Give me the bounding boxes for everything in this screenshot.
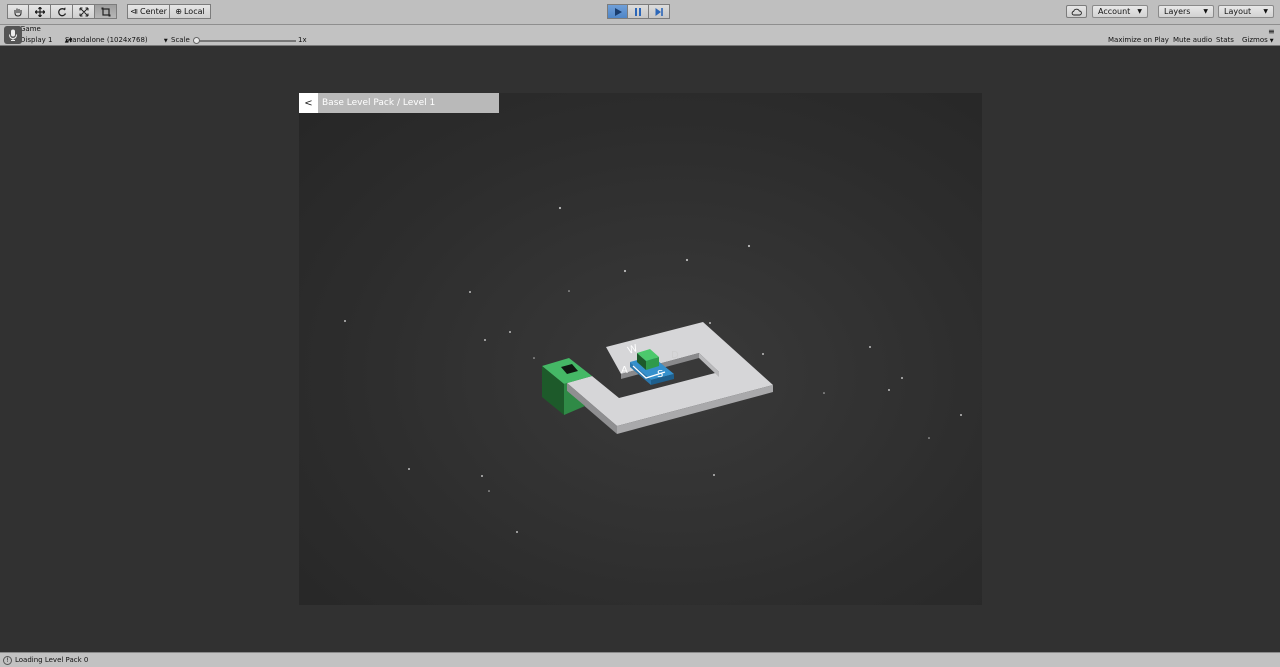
game-viewport[interactable]: W A S D < Base Level Pack / Level 1 (299, 93, 982, 605)
scale-slider-track[interactable] (196, 40, 296, 42)
microphone-icon[interactable] (4, 26, 22, 44)
gizmos-label: Gizmos (1242, 36, 1268, 44)
status-message[interactable]: Loading Level Pack 0 (15, 656, 88, 664)
dropdown-arrow-icon: ▼ (163, 38, 168, 44)
game-scene: W A S D (344, 206, 962, 533)
scale-slider-knob[interactable] (193, 37, 200, 44)
level-title: Base Level Pack / Level 1 (322, 98, 436, 108)
dropdown-arrow-icon: ▼ (1269, 38, 1274, 44)
key-a-label: A (621, 365, 628, 376)
step-icon (655, 7, 663, 16)
cloud-button[interactable] (1066, 5, 1087, 18)
game-tab[interactable]: Game (20, 25, 41, 33)
play-icon (614, 7, 622, 16)
pause-button[interactable] (628, 4, 649, 19)
hand-tool-icon[interactable] (7, 4, 29, 19)
pivot-mode-button[interactable]: ⧏ Center (127, 4, 170, 19)
pause-icon (635, 7, 641, 16)
dropdown-arrow-icon: ▼ (1137, 8, 1142, 15)
info-icon: ! (3, 655, 12, 665)
mute-audio-toggle[interactable]: Mute audio (1173, 35, 1212, 45)
layout-dropdown[interactable]: Layout ▼ (1218, 5, 1274, 18)
more-options-icon[interactable]: ≡ (1268, 27, 1275, 37)
pivot-mode-label: Center (140, 7, 167, 16)
pivot-rotation-label: Local (183, 7, 205, 16)
pivot-rotation-button[interactable]: ⊕ Local (170, 4, 211, 19)
key-d-label: D (671, 350, 679, 361)
dropdown-arrow-icon: ▼ (1203, 8, 1208, 15)
main-toolbar: ⧏ Center ⊕ Local Account ▼ Layers ▼ Layout ▼ (0, 0, 1280, 25)
stats-toggle[interactable]: Stats (1216, 35, 1234, 45)
status-bar: ! Loading Level Pack 0 (0, 652, 1280, 667)
game-view-header: Game Display 1 ▲▼ Standalone (1024x768) … (0, 25, 1280, 46)
scale-value: 1x (298, 36, 307, 44)
maximize-on-play-toggle[interactable]: Maximize on Play (1108, 35, 1169, 45)
move-tool-icon[interactable] (29, 4, 51, 19)
game-view-controls: Display 1 ▲▼ Standalone (1024x768) ▼ Sca… (0, 27, 1280, 45)
resolution-label: Standalone (1024x768) (65, 36, 148, 44)
key-s-label: S (657, 369, 663, 380)
account-dropdown[interactable]: Account ▼ (1092, 5, 1148, 18)
display-label: Display 1 (20, 36, 53, 44)
pivot-icon: ⧏ (130, 7, 139, 16)
pivot-toggles: ⧏ Center ⊕ Local (127, 4, 211, 19)
play-controls (607, 4, 670, 19)
layers-dropdown[interactable]: Layers ▼ (1158, 5, 1214, 18)
resolution-dropdown[interactable]: Standalone (1024x768) ▼ (65, 35, 168, 45)
dropdown-arrow-icon: ▼ (1263, 8, 1268, 15)
rect-tool-icon[interactable] (95, 4, 117, 19)
layers-label: Layers (1164, 7, 1191, 16)
step-button[interactable] (649, 4, 670, 19)
account-label: Account (1098, 7, 1131, 16)
rotate-tool-icon[interactable] (51, 4, 73, 19)
cloud-icon (1071, 8, 1082, 15)
globe-icon: ⊕ (175, 7, 182, 16)
scale-tool-icon[interactable] (73, 4, 95, 19)
level-header: < Base Level Pack / Level 1 (299, 93, 499, 113)
transform-tools (7, 4, 117, 19)
back-button[interactable]: < (299, 93, 318, 113)
play-button[interactable] (607, 4, 628, 19)
layout-label: Layout (1224, 7, 1252, 16)
scale-label: Scale (171, 36, 190, 44)
